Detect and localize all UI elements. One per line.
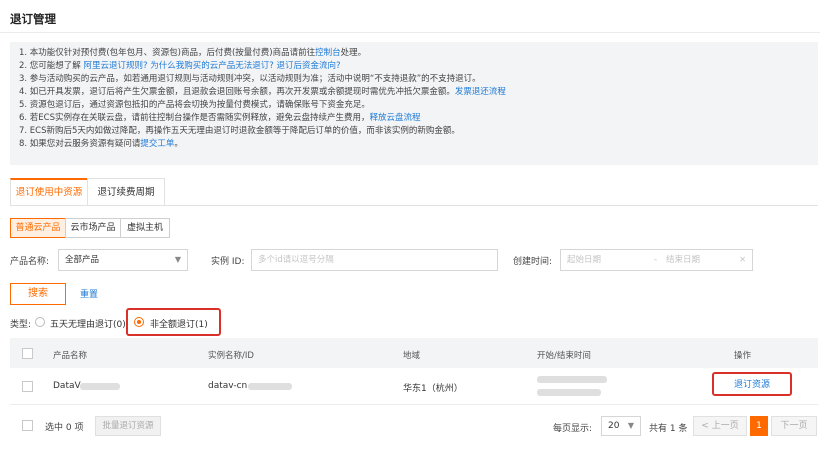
notice-line: 2. 您可能想了解 阿里云退订规则? 为什么我购买的云产品无法退订? 退订后资金… — [19, 60, 506, 73]
redacted-product-suffix — [80, 383, 120, 390]
notice-line: 3. 参与活动购买的云产品，如若通用退订规则与活动规则冲突，以活动规则为准；活动… — [19, 73, 506, 86]
start-date-placeholder: 起始日期 — [567, 255, 602, 265]
notice-lines: 1. 本功能仅针对预付费(包年包月、资源包)商品，后付费(按量付费)商品请前往控… — [19, 47, 506, 151]
segment-regular-products[interactable]: 普通云产品 — [10, 218, 66, 238]
radio-five-day[interactable] — [35, 317, 45, 327]
row-product-name: DataV — [53, 381, 81, 391]
next-page-button[interactable]: 下一页 — [771, 416, 817, 436]
notice-line-text: 处理。 — [340, 48, 367, 58]
notice-line: 8. 如果您对云服务资源有疑问请提交工单。 — [19, 138, 506, 151]
page-size-value: 20 — [608, 421, 620, 431]
tab-divider — [10, 205, 818, 206]
time-filter-label: 创建时间: — [513, 257, 553, 267]
tab-in-use[interactable]: 退订使用中资源 — [10, 178, 88, 206]
radio-partial-refund-label: 非全额退订(1) — [150, 320, 208, 330]
notice-link[interactable]: 发票退还流程 — [455, 87, 506, 97]
selected-count: 选中 0 项 — [45, 423, 84, 433]
notice-line: 6. 若ECS实例存在关联云盘，请前往控制台操作是否需随实例释放，避免云盘持续产… — [19, 112, 506, 125]
radio-partial-refund[interactable] — [134, 317, 144, 327]
type-label: 类型: — [10, 320, 32, 330]
title-divider — [0, 32, 820, 33]
instance-filter-label: 实例 ID: — [211, 257, 245, 267]
instance-id-input[interactable]: 多个id请以逗号分隔 — [251, 249, 498, 271]
row-checkbox[interactable] — [22, 381, 33, 392]
radio-five-day-label: 五天无理由退订(0) — [50, 320, 126, 330]
tab-bar: 退订使用中资源 退订续费周期 — [10, 178, 165, 206]
redacted-end-time — [537, 389, 601, 396]
tab-renewal[interactable]: 退订续费周期 — [87, 178, 165, 206]
close-icon[interactable]: ✕ — [739, 250, 746, 270]
notice-link[interactable]: 阿里云退订规则? 为什么我购买的云产品无法退订? 退订后资金流向? — [84, 61, 341, 71]
notice-line-text: 6. 若ECS实例存在关联云盘，请前往控制台操作是否需随实例释放，避免云盘持续产… — [19, 113, 370, 123]
notice-link[interactable]: 控制台 — [315, 48, 341, 58]
page-title: 退订管理 — [10, 12, 56, 26]
column-header-action: 操作 — [734, 351, 752, 361]
product-select-value: 全部产品 — [65, 255, 100, 265]
notice-line-text: 4. 如已开具发票，退订后将产生欠票金额，且退款会退回账号余额，再次开发票或余额… — [19, 87, 455, 97]
product-filter-label: 产品名称: — [10, 257, 50, 267]
segment-marketplace-products[interactable]: 云市场产品 — [65, 218, 121, 238]
notice-line-text: 2. 您可能想了解 — [19, 61, 84, 71]
row-region: 华东1（杭州） — [403, 384, 463, 394]
chevron-down-icon: ▼ — [627, 421, 634, 430]
notice-line-text: 。 — [174, 139, 183, 149]
end-date-placeholder: 结束日期 — [666, 255, 701, 265]
current-page[interactable]: 1 — [750, 416, 768, 436]
row-instance-name: datav-cn — [208, 381, 248, 391]
batch-unsubscribe-button[interactable]: 批量退订资源 — [95, 416, 161, 436]
segment-virtual-host[interactable]: 虚拟主机 — [120, 218, 170, 238]
total-count: 共有 1 条 — [649, 424, 688, 434]
notice-panel: 1. 本功能仅针对预付费(包年包月、资源包)商品，后付费(按量付费)商品请前往控… — [10, 42, 818, 165]
prev-page-button[interactable]: < 上一页 — [693, 416, 747, 436]
notice-line: 4. 如已开具发票，退订后将产生欠票金额，且退款会退回账号余额，再次开发票或余额… — [19, 86, 506, 99]
per-page-label: 每页显示: — [553, 424, 593, 434]
row-divider — [10, 404, 818, 405]
column-header-instance: 实例名称/ID — [208, 351, 254, 361]
column-header-product: 产品名称 — [53, 351, 88, 361]
notice-line-text: 5. 资源包退订后，通过资源包抵扣的产品将会切换为按量付费模式，请确保账号下资金… — [19, 100, 370, 110]
notice-line: 7. ECS新购后5天内如做过降配，再操作五天无理由退订时退款金额等于降配后订单… — [19, 125, 506, 138]
footer-select-checkbox[interactable] — [22, 420, 33, 431]
unsubscribe-resource-link[interactable]: 退订资源 — [712, 372, 792, 396]
redacted-start-time — [537, 376, 607, 383]
date-range-separator: - — [654, 255, 658, 265]
column-header-region: 地域 — [403, 351, 421, 361]
redacted-instance-id — [248, 383, 292, 390]
notice-line-text: 7. ECS新购后5天内如做过降配，再操作五天无理由退订时退款金额等于降配后订单… — [19, 126, 460, 136]
chevron-down-icon: ▼ — [174, 255, 181, 264]
reset-link[interactable]: 重置 — [80, 287, 98, 300]
page-size-select[interactable]: 20 ▼ — [601, 416, 641, 436]
column-header-time: 开始/结束时间 — [537, 351, 591, 361]
product-select[interactable]: 全部产品 ▼ — [58, 249, 188, 271]
notice-link[interactable]: 提交工单 — [140, 139, 174, 149]
date-range-input[interactable]: 起始日期 - 结束日期 ✕ — [560, 249, 753, 271]
search-button[interactable]: 搜索 — [10, 283, 66, 305]
notice-line-text: 1. 本功能仅针对预付费(包年包月、资源包)商品，后付费(按量付费)商品请前往 — [19, 48, 316, 58]
notice-line-text: 3. 参与活动购买的云产品，如若通用退订规则与活动规则冲突，以活动规则为准；活动… — [19, 74, 481, 84]
notice-line: 1. 本功能仅针对预付费(包年包月、资源包)商品，后付费(按量付费)商品请前往控… — [19, 47, 506, 60]
notice-line: 5. 资源包退订后，通过资源包抵扣的产品将会切换为按量付费模式，请确保账号下资金… — [19, 99, 506, 112]
notice-line-text: 8. 如果您对云服务资源有疑问请 — [19, 139, 141, 149]
notice-link[interactable]: 释放云盘流程 — [370, 113, 421, 123]
select-all-checkbox[interactable] — [22, 348, 33, 359]
